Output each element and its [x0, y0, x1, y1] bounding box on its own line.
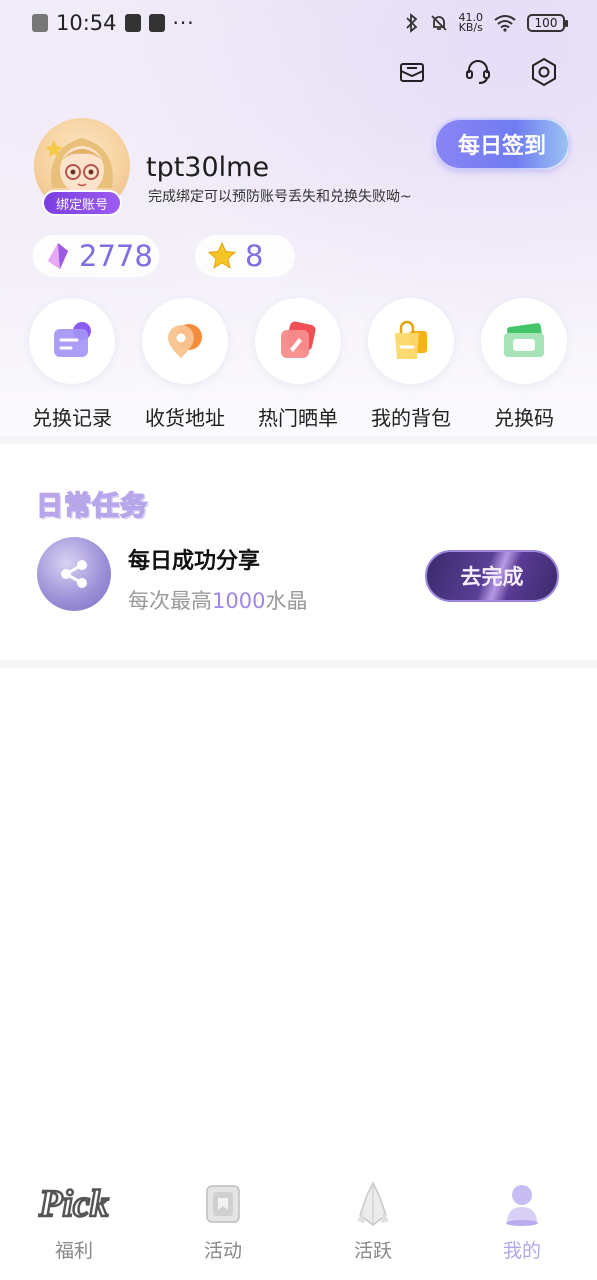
- crystal-count: 2778: [79, 239, 153, 273]
- wifi-icon: [494, 15, 516, 32]
- share-icon: [61, 560, 87, 588]
- notification-icon: [32, 14, 48, 32]
- shortcut-exchange-record[interactable]: 兑换记录: [28, 298, 116, 431]
- star-count: 8: [245, 239, 264, 273]
- nav-label: 我的: [502, 1240, 541, 1262]
- star-icon: [207, 241, 237, 269]
- daily-tasks-heading: 日常任务: [35, 490, 148, 523]
- nav-label: 活跃: [353, 1240, 392, 1262]
- nav-tab-mine[interactable]: 我的: [462, 1180, 582, 1263]
- status-time: 10:54: [56, 11, 117, 35]
- location-pin-icon: [168, 324, 202, 358]
- nav-tab-benefits[interactable]: Pick 福利: [14, 1180, 134, 1263]
- username: tpt30lme: [146, 152, 270, 183]
- daily-checkin-button[interactable]: 每日签到: [434, 118, 570, 170]
- crystal-shard-icon: [357, 1181, 389, 1226]
- task-title: 每日成功分享: [128, 549, 261, 574]
- shortcut-label: 兑换记录: [32, 406, 112, 430]
- bind-tip: 完成绑定可以预防账号丢失和兑换失败呦~: [148, 189, 412, 205]
- nav-tab-activity[interactable]: 活动: [163, 1180, 283, 1263]
- more-notifications-icon: ···: [172, 11, 195, 35]
- customer-service-icon[interactable]: [462, 56, 494, 88]
- task-description: 每次最高1000水晶: [128, 589, 308, 613]
- complete-task-button[interactable]: 去完成: [425, 550, 559, 602]
- status-bar: 10:54 ··· 41.0 KB/s 100: [0, 0, 597, 46]
- shortcut-label: 我的背包: [371, 406, 451, 430]
- shortcut-my-bag[interactable]: 我的背包: [367, 298, 455, 431]
- nav-tab-active[interactable]: 活跃: [313, 1180, 433, 1263]
- edit-note-icon: [281, 321, 316, 358]
- bottom-navigation: Pick 福利 活动 活跃 我的: [0, 1170, 597, 1280]
- shortcut-label: 收货地址: [145, 406, 225, 430]
- nav-label: 福利: [54, 1240, 93, 1262]
- exchange-record-icon: [54, 322, 91, 357]
- nav-label: 活动: [203, 1240, 242, 1262]
- shortcut-label: 兑换码: [494, 406, 554, 430]
- bind-account-badge[interactable]: 绑定账号: [42, 190, 122, 216]
- shortcut-hot-posts[interactable]: 热门晒单: [254, 298, 342, 431]
- mail-icon[interactable]: [396, 56, 428, 88]
- user-profile-icon: [506, 1185, 538, 1226]
- star-balance[interactable]: 8: [195, 235, 295, 277]
- avatar[interactable]: 绑定账号: [34, 118, 130, 216]
- shortcut-shipping-address[interactable]: 收货地址: [141, 298, 229, 431]
- message-icon: [148, 14, 165, 32]
- crystal-balance[interactable]: 2778: [33, 235, 159, 277]
- crystal-icon: [48, 243, 68, 269]
- reward-amount: 1000: [212, 589, 266, 613]
- section-divider: [0, 436, 597, 444]
- mute-bell-icon: [430, 15, 447, 31]
- activity-card-icon: [206, 1185, 240, 1223]
- shortcut-redeem-code[interactable]: 兑换码: [480, 298, 568, 431]
- settings-gear-icon[interactable]: [528, 56, 560, 88]
- battery-indicator: 100: [527, 14, 568, 32]
- pick-logo-icon: Pick: [37, 1182, 110, 1227]
- shopping-bag-icon: [395, 320, 427, 359]
- shortcut-label: 热门晒单: [258, 406, 338, 430]
- share-task-icon-wrap: [37, 537, 111, 611]
- svg-text:Pick: Pick: [38, 1183, 109, 1225]
- clipboard-icon: [124, 14, 141, 32]
- section-divider: [0, 660, 597, 668]
- bluetooth-icon: [405, 13, 417, 33]
- coupon-ticket-icon: [504, 323, 544, 357]
- network-speed: 41.0 KB/s: [458, 11, 484, 34]
